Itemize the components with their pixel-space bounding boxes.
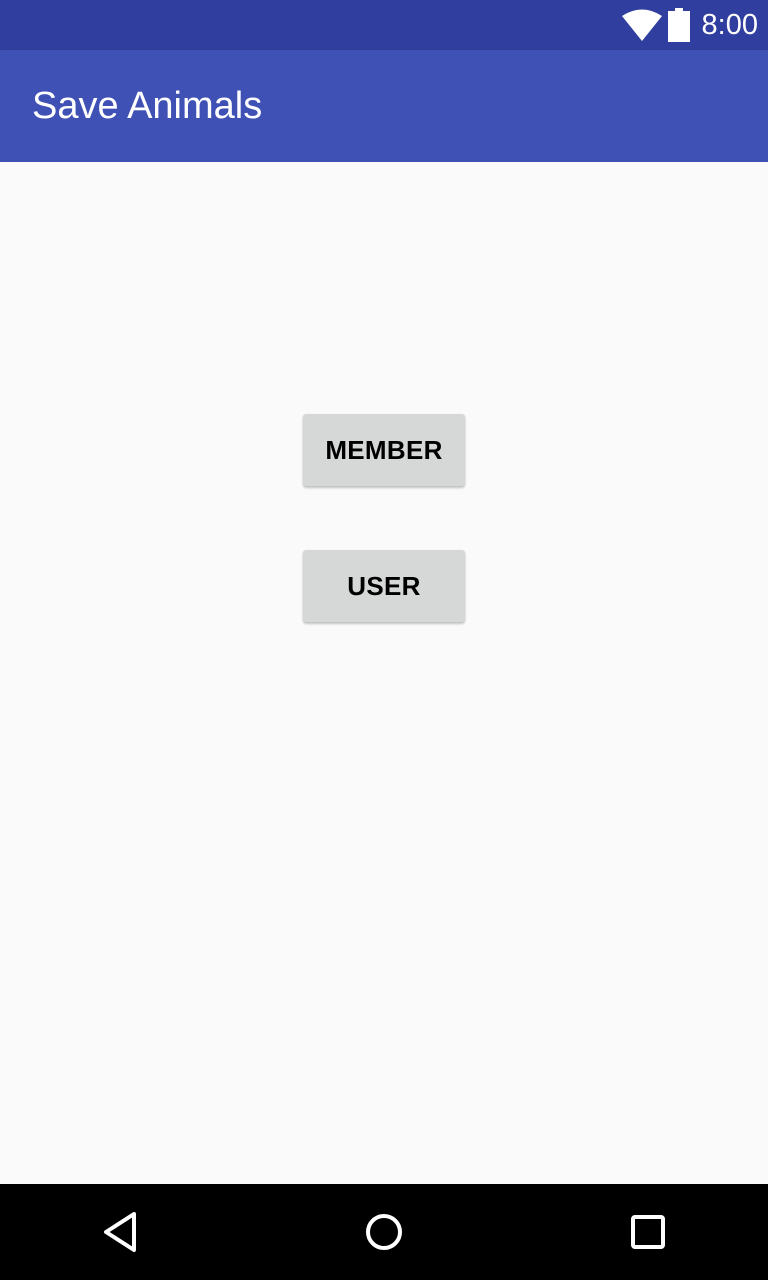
main-content: MEMBER USER <box>0 162 768 1184</box>
home-icon <box>366 1214 402 1250</box>
navigation-bar <box>0 1184 768 1280</box>
recent-apps-button[interactable] <box>588 1184 708 1280</box>
wifi-icon <box>621 9 662 41</box>
app-title: Save Animals <box>32 85 263 127</box>
recent-apps-icon <box>631 1215 665 1249</box>
back-button[interactable] <box>60 1184 180 1280</box>
status-bar: 8:00 <box>0 0 768 50</box>
battery-icon <box>667 8 690 42</box>
app-bar: Save Animals <box>0 50 768 162</box>
home-button[interactable] <box>324 1184 444 1280</box>
member-button[interactable]: MEMBER <box>303 414 465 486</box>
clock: 8:00 <box>701 9 758 41</box>
back-icon <box>104 1212 136 1252</box>
status-icons: 8:00 <box>621 0 758 50</box>
user-button[interactable]: USER <box>303 550 465 622</box>
